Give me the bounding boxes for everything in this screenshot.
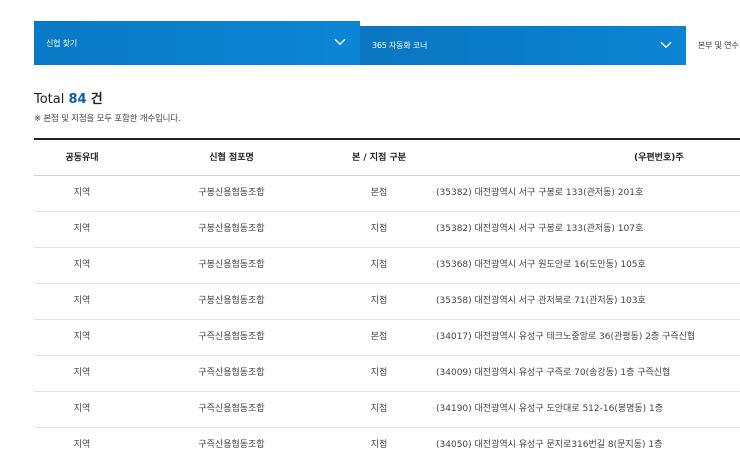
- tab-headquarters-label: 본부 및 연수: [698, 41, 739, 50]
- cell-branch-name: 구봉신용협동조합: [198, 260, 265, 270]
- table-row[interactable]: 지역 구봉신용협동조합 지점 (35368) 대전광역시 서구 원도안로 16(도안동…: [34, 248, 740, 284]
- table-body: 지역 구봉신용협동조합 본점 (35382) 대전광역시 서구 구봉로 133(관저동…: [34, 176, 740, 458]
- cell-bond: 지역: [73, 188, 91, 198]
- total-count: Total 84 건: [34, 88, 103, 107]
- cell-address: (35368) 대전광역시 서구 원도안로 16(도안동) 105호: [436, 260, 646, 270]
- total-prefix: Total: [34, 92, 65, 107]
- table-row[interactable]: 지역 구즉신용협동조합 본점 (34017) 대전광역시 유성구 테크노중앙로 36(…: [34, 320, 740, 356]
- tab-atm-corner[interactable]: 365 자동화 코너: [360, 26, 686, 65]
- cell-branch-name: 구즉신용협동조합: [198, 332, 265, 342]
- chevron-down-icon: [660, 41, 672, 48]
- tab-headquarters[interactable]: 본부 및 연수: [686, 26, 740, 65]
- cell-bond: 지역: [73, 404, 91, 414]
- tab-atm-corner-label: 365 자동화 코너: [372, 41, 428, 50]
- total-number: 84: [68, 92, 87, 107]
- cell-address: (34017) 대전광역시 유성구 테크노중앙로 36(관평동) 2층 구즉신협: [436, 332, 696, 342]
- cell-address: (34050) 대전광역시 유성구 문지로316번길 8(문지동) 1층: [436, 440, 663, 450]
- table-row[interactable]: 지역 구봉신용협동조합 지점 (35382) 대전광역시 서구 구봉로 133(관저동…: [34, 212, 740, 248]
- search-tabs: 신협 찾기 365 자동화 코너 본부 및 연수: [34, 21, 740, 65]
- table-row[interactable]: 지역 구봉신용협동조합 지점 (35358) 대전광역시 서구 관저북로 71(관저동…: [34, 284, 740, 320]
- cell-address: (35382) 대전광역시 서구 구봉로 133(관저동) 201호: [436, 188, 644, 198]
- cell-branch-type: 지점: [370, 440, 388, 450]
- cell-branch-name: 구봉신용협동조합: [198, 224, 265, 234]
- table-row[interactable]: 지역 구즉신용협동조합 지점 (34009) 대전광역시 유성구 구즉로 70(송강동…: [34, 356, 740, 392]
- cell-bond: 지역: [73, 296, 91, 306]
- cell-branch-type: 본점: [370, 188, 388, 198]
- cell-branch-name: 구봉신용협동조합: [198, 296, 265, 306]
- cell-branch-type: 지점: [370, 404, 388, 414]
- cell-branch-name: 구즉신용협동조합: [198, 440, 265, 450]
- cell-address: (34009) 대전광역시 유성구 구즉로 70(송강동) 1층 구즉신협: [436, 368, 671, 378]
- header-bond: 공동유대: [65, 153, 99, 163]
- count-note: ※ 본점 및 지점을 모두 포함한 개수입니다.: [34, 114, 181, 124]
- header-branch-type: 본 / 지점 구분: [351, 153, 407, 163]
- cell-branch-type: 본점: [370, 332, 388, 342]
- total-unit: 건: [90, 92, 103, 107]
- cell-bond: 지역: [73, 440, 91, 450]
- cell-bond: 지역: [73, 332, 91, 342]
- chevron-down-icon: [334, 38, 346, 46]
- cell-bond: 지역: [73, 260, 91, 270]
- tab-find-branch-label: 신협 찾기: [46, 38, 77, 48]
- header-branch-name: 신협 점포명: [209, 153, 254, 163]
- cell-branch-type: 지점: [370, 296, 388, 306]
- table-row[interactable]: 지역 구즉신용협동조합 지점 (34050) 대전광역시 유성구 문지로316번길 8…: [34, 428, 740, 458]
- header-address: (우편번호)주: [634, 153, 684, 163]
- cell-bond: 지역: [73, 224, 91, 234]
- table-row[interactable]: 지역 구봉신용협동조합 본점 (35382) 대전광역시 서구 구봉로 133(관저동…: [34, 176, 740, 212]
- cell-bond: 지역: [73, 368, 91, 378]
- cell-address: (34190) 대전광역시 유성구 도안대로 512-16(봉명동) 1층: [436, 404, 664, 414]
- branch-table: 공동유대 신협 점포명 본 / 지점 구분 (우편번호)주 지역 구봉신용협동조합…: [34, 138, 740, 458]
- cell-branch-name: 구봉신용협동조합: [198, 188, 265, 198]
- cell-branch-name: 구즉신용협동조합: [198, 368, 265, 378]
- tab-find-branch[interactable]: 신협 찾기: [34, 21, 360, 65]
- cell-branch-type: 지점: [370, 260, 388, 270]
- cell-branch-type: 지점: [370, 368, 388, 378]
- cell-branch-type: 지점: [370, 224, 388, 234]
- cell-address: (35358) 대전광역시 서구 관저북로 71(관저동) 103호: [436, 296, 646, 306]
- table-row[interactable]: 지역 구즉신용협동조합 지점 (34190) 대전광역시 유성구 도안대로 512-1…: [34, 392, 740, 428]
- cell-address: (35382) 대전광역시 서구 구봉로 133(관저동) 107호: [436, 224, 644, 234]
- cell-branch-name: 구즉신용협동조합: [198, 404, 265, 414]
- table-header: 공동유대 신협 점포명 본 / 지점 구분 (우편번호)주: [34, 138, 740, 176]
